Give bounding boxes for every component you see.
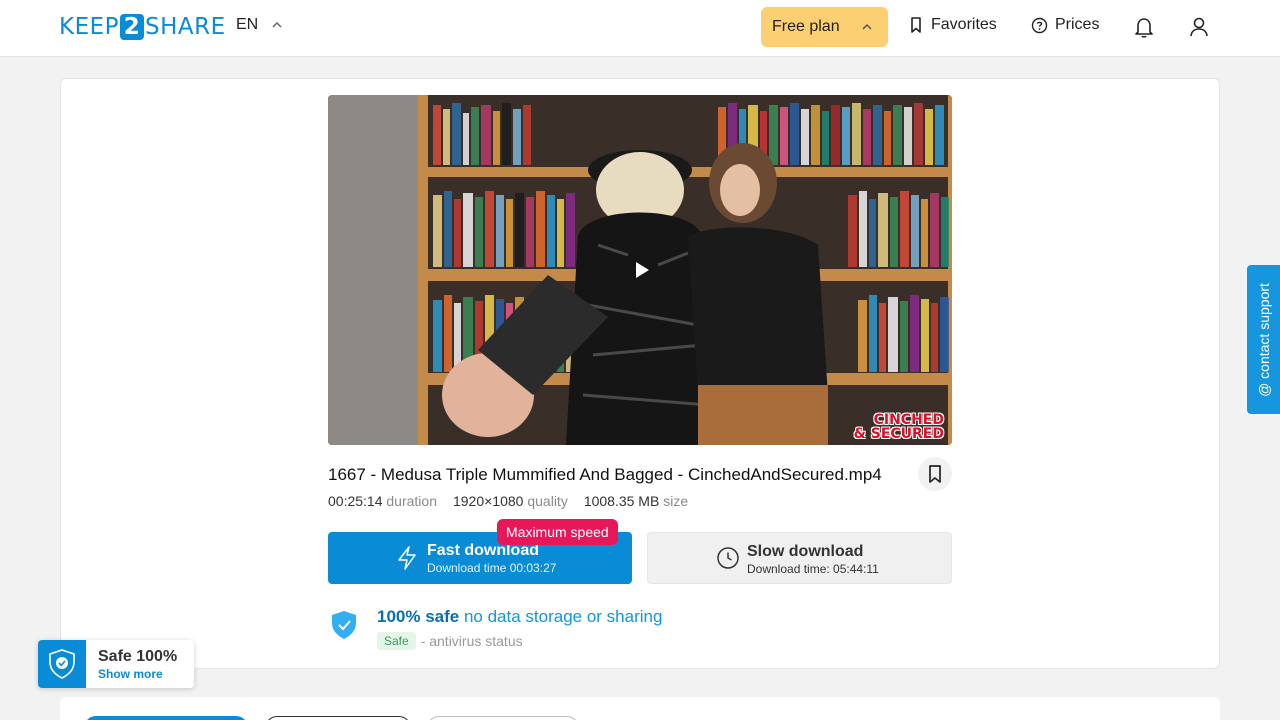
favorites-link[interactable]: Favorites <box>908 16 997 34</box>
watermark-line1: CINCHED <box>873 412 944 428</box>
prices-label: Prices <box>1055 16 1100 33</box>
duration-value: 00:25:14 <box>328 493 383 509</box>
quality-label: quality <box>527 493 568 509</box>
free-plan-button[interactable]: Free plan <box>761 7 888 47</box>
video-watermark: CINCHED & SECURED <box>854 413 944 441</box>
language-selector[interactable]: EN <box>236 16 284 34</box>
show-more-link[interactable]: Show more <box>98 667 163 681</box>
bottom-tab-1[interactable] <box>84 716 248 720</box>
safety-light: no data storage or sharing <box>463 607 663 626</box>
duration-label: duration <box>386 493 437 509</box>
file-meta: 00:25:14 duration 1920×1080 quality 1008… <box>328 493 688 509</box>
safety-line: 100% safe no data storage or sharing <box>377 607 662 627</box>
help-circle-icon <box>1031 17 1048 33</box>
chevron-up-icon <box>862 23 872 30</box>
bottom-section <box>60 697 1220 720</box>
antivirus-label: - antivirus status <box>420 633 523 649</box>
safe-widget-title: Safe 100% <box>98 648 178 665</box>
bookmark-icon <box>911 17 921 33</box>
chevron-up-icon <box>272 21 282 28</box>
watermark-line2: & SECURED <box>853 426 944 442</box>
bookmark-icon <box>929 465 941 483</box>
size-value: 1008.35 MB <box>583 493 660 509</box>
bottom-tab-2[interactable] <box>265 716 411 720</box>
video-preview[interactable]: CINCHED & SECURED <box>328 95 952 445</box>
size-label: size <box>663 493 689 509</box>
user-icon[interactable] <box>1186 14 1212 40</box>
safe-widget[interactable]: Safe 100% Show more <box>38 640 194 688</box>
fast-download-time: Download time 00:03:27 <box>427 561 557 575</box>
safety-strong: 100% safe <box>377 607 460 626</box>
lightning-icon <box>398 546 416 570</box>
top-header: KEEP 2 SHARE EN Free plan Favorites Prices <box>0 0 1280 57</box>
quality-value: 1920×1080 <box>452 493 524 509</box>
file-title: 1667 - Medusa Triple Mummified And Bagge… <box>328 465 882 484</box>
logo-badge: 2 <box>120 14 145 40</box>
quality-info: 1920×1080 quality <box>453 493 568 509</box>
safe-widget-icon-box <box>38 640 86 688</box>
slow-download-time: Download time: 05:44:11 <box>747 562 879 576</box>
shield-check-icon <box>49 649 75 679</box>
contact-support-tab[interactable]: @ contact support <box>1247 265 1280 414</box>
clock-icon <box>717 547 739 569</box>
prices-link[interactable]: Prices <box>1031 16 1099 34</box>
logo-text-right: SHARE <box>145 14 226 40</box>
language-label: EN <box>236 16 259 33</box>
add-to-favorites-button[interactable] <box>918 457 952 491</box>
keep2share-logo[interactable]: KEEP 2 SHARE <box>59 14 226 40</box>
slow-download-button[interactable]: Slow download Download time: 05:44:11 <box>647 532 952 584</box>
maximum-speed-badge: Maximum speed <box>497 519 618 545</box>
size-info: 1008.35 MB size <box>584 493 688 509</box>
logo-text-left: KEEP <box>59 14 120 40</box>
slow-download-label: Slow download <box>747 543 864 560</box>
duration-info: 00:25:14 duration <box>328 493 437 509</box>
shield-check-icon <box>332 611 356 639</box>
free-plan-label: Free plan <box>772 18 840 35</box>
antivirus-badge: Safe <box>377 632 416 650</box>
bell-icon[interactable] <box>1131 14 1157 40</box>
antivirus-status: Safe - antivirus status <box>377 632 523 650</box>
favorites-label: Favorites <box>931 16 997 33</box>
bottom-tab-3[interactable] <box>427 716 579 720</box>
play-icon[interactable] <box>630 259 652 281</box>
contact-support-label: @ contact support <box>1255 282 1272 397</box>
